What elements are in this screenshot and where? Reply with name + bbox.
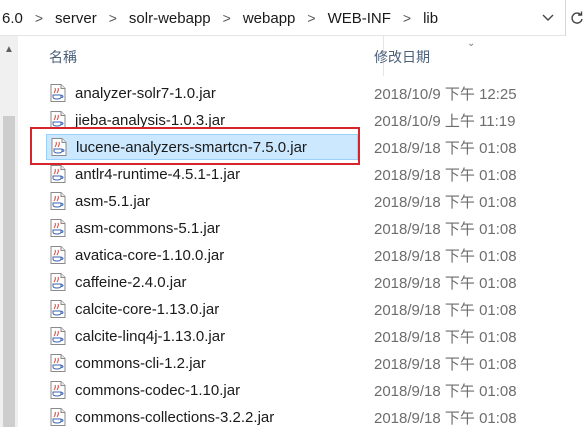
- breadcrumb-item-solr-webapp[interactable]: solr-webapp: [127, 10, 213, 27]
- file-name: calcite-linq4j-1.13.0.jar: [75, 327, 226, 345]
- jar-file-icon: [50, 219, 66, 237]
- file-row[interactable]: avatica-core-1.10.0.jar: [46, 242, 358, 268]
- jar-file-icon: [51, 138, 67, 156]
- file-row[interactable]: analyzer-solr7-1.0.jar: [46, 80, 358, 106]
- file-modified-date: 2018/9/18 下午 01:08: [374, 247, 517, 265]
- file-modified-date: 2018/9/18 下午 01:08: [374, 166, 517, 184]
- file-modified-date: 2018/9/18 下午 01:08: [374, 193, 517, 211]
- file-modified-date: 2018/9/18 下午 01:08: [374, 274, 517, 292]
- jar-file-icon: [50, 354, 66, 372]
- file-name: antlr4-runtime-4.5.1-1.jar: [75, 165, 241, 183]
- chevron-down-icon: [542, 14, 554, 21]
- jar-file-icon: [50, 111, 66, 129]
- file-modified-date: 2018/9/18 下午 01:08: [374, 355, 517, 373]
- file-modified-date: 2018/9/18 下午 01:08: [374, 220, 517, 238]
- jar-file-icon: [50, 84, 66, 102]
- column-header-row: 名稱 ⌄ 修改日期: [18, 36, 586, 76]
- breadcrumb-item-webapp[interactable]: webapp: [241, 10, 298, 27]
- file-row[interactable]: calcite-linq4j-1.13.0.jar: [46, 323, 358, 349]
- chevron-right-icon[interactable]: >: [393, 10, 421, 26]
- file-modified-date: 2018/9/18 下午 01:08: [374, 328, 517, 346]
- file-row[interactable]: commons-collections-3.2.2.jar: [46, 404, 358, 430]
- breadcrumb-item-lib[interactable]: lib: [421, 10, 440, 27]
- file-modified-date: 2018/10/9 上午 11:19: [374, 112, 516, 130]
- file-name: calcite-core-1.13.0.jar: [75, 300, 220, 318]
- chevron-right-icon[interactable]: >: [213, 10, 241, 26]
- file-modified-date: 2018/9/18 下午 01:08: [374, 301, 517, 319]
- jar-file-icon: [50, 192, 66, 210]
- file-name: analyzer-solr7-1.0.jar: [75, 84, 216, 102]
- file-name: caffeine-2.4.0.jar: [75, 273, 187, 291]
- file-row[interactable]: calcite-core-1.13.0.jar: [46, 296, 358, 322]
- file-row[interactable]: lucene-analyzers-smartcn-7.5.0.jar: [46, 134, 358, 160]
- jar-file-icon: [50, 246, 66, 264]
- column-header-modified-date[interactable]: 修改日期: [374, 47, 430, 67]
- file-name: asm-commons-5.1.jar: [75, 219, 221, 237]
- breadcrumb-item-version[interactable]: 6.0: [0, 10, 25, 27]
- scroll-up-arrow-icon[interactable]: ▲: [4, 44, 14, 55]
- file-modified-date: 2018/9/18 下午 01:08: [374, 382, 517, 400]
- refresh-button[interactable]: [565, 0, 586, 36]
- jar-file-icon: [50, 273, 66, 291]
- file-row[interactable]: asm-commons-5.1.jar: [46, 215, 358, 241]
- column-header-name[interactable]: 名稱: [49, 47, 77, 67]
- chevron-right-icon[interactable]: >: [99, 10, 127, 26]
- file-name: lucene-analyzers-smartcn-7.5.0.jar: [76, 138, 307, 156]
- jar-file-icon: [50, 327, 66, 345]
- jar-file-icon: [50, 300, 66, 318]
- file-modified-date: 2018/9/18 下午 01:08: [374, 409, 517, 427]
- jar-file-icon: [50, 381, 66, 399]
- breadcrumb-item-web-inf[interactable]: WEB-INF: [326, 10, 393, 27]
- file-modified-date: 2018/10/9 下午 12:25: [374, 85, 517, 103]
- file-name: avatica-core-1.10.0.jar: [75, 246, 225, 264]
- file-name: jieba-analysis-1.0.3.jar: [75, 111, 226, 129]
- file-row[interactable]: antlr4-runtime-4.5.1-1.jar: [46, 161, 358, 187]
- file-row[interactable]: commons-cli-1.2.jar: [46, 350, 358, 376]
- file-name: asm-5.1.jar: [75, 192, 151, 210]
- file-name: commons-collections-3.2.2.jar: [75, 408, 275, 426]
- chevron-right-icon[interactable]: >: [25, 10, 53, 26]
- address-bar[interactable]: 6.0 > server > solr-webapp > webapp > WE…: [0, 0, 586, 36]
- file-modified-date: 2018/9/18 下午 01:08: [374, 139, 517, 157]
- refresh-icon: [570, 11, 583, 24]
- sort-indicator-icon: ⌄: [467, 38, 476, 49]
- jar-file-icon: [50, 408, 66, 426]
- breadcrumb-item-server[interactable]: server: [53, 10, 99, 27]
- file-name: commons-codec-1.10.jar: [75, 381, 241, 399]
- scrollbar-thumb[interactable]: [3, 116, 15, 427]
- chevron-right-icon[interactable]: >: [297, 10, 325, 26]
- file-row[interactable]: caffeine-2.4.0.jar: [46, 269, 358, 295]
- file-row[interactable]: jieba-analysis-1.0.3.jar: [46, 107, 358, 133]
- jar-file-icon: [50, 165, 66, 183]
- file-row[interactable]: asm-5.1.jar: [46, 188, 358, 214]
- file-name: commons-cli-1.2.jar: [75, 354, 206, 372]
- breadcrumb: 6.0 > server > solr-webapp > webapp > WE…: [0, 0, 440, 36]
- file-row[interactable]: commons-codec-1.10.jar: [46, 377, 358, 403]
- address-dropdown-button[interactable]: [538, 8, 558, 28]
- navigation-scrollbar[interactable]: ▲: [0, 36, 18, 427]
